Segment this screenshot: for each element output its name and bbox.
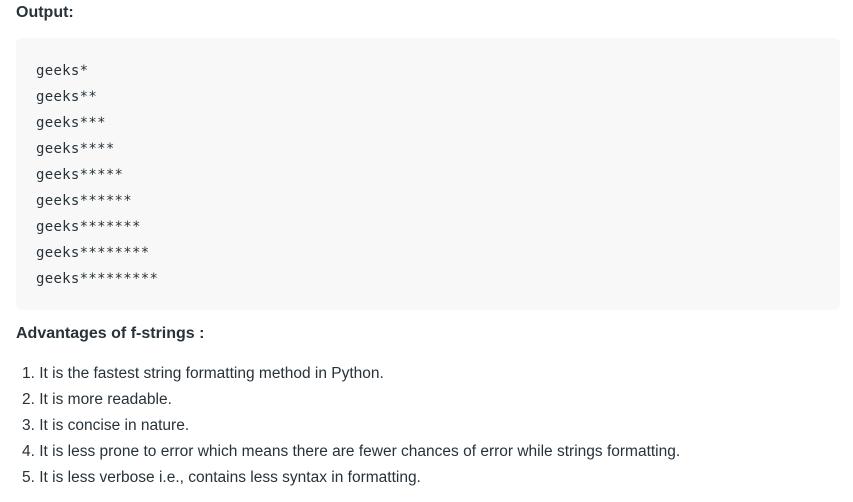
output-heading: Output: [16,4,74,21]
code-line: geeks**** [36,141,115,157]
code-line: geeks******** [36,245,150,261]
advantages-heading: Advantages of f-strings : [16,325,205,342]
code-line: geeks* [36,63,89,79]
code-line: geeks** [36,89,98,105]
advantages-list: 1. It is the fastest string formatting m… [22,361,680,491]
code-line: geeks****** [36,193,133,209]
list-item: 4. It is less prone to error which means… [22,443,681,460]
list-item: 3. It is concise in nature. [22,417,190,434]
code-line: geeks***** [36,167,124,183]
code-line: geeks********* [36,271,159,287]
list-item: 1. It is the fastest string formatting m… [22,365,384,382]
list-item: 2. It is more readable. [22,391,172,408]
code-line: geeks*** [36,115,106,131]
code-output-block: geeks* geeks** geeks*** geeks**** geeks*… [16,38,840,310]
code-line: geeks******* [36,219,141,235]
list-item: 5. It is less verbose i.e., contains les… [22,469,421,486]
